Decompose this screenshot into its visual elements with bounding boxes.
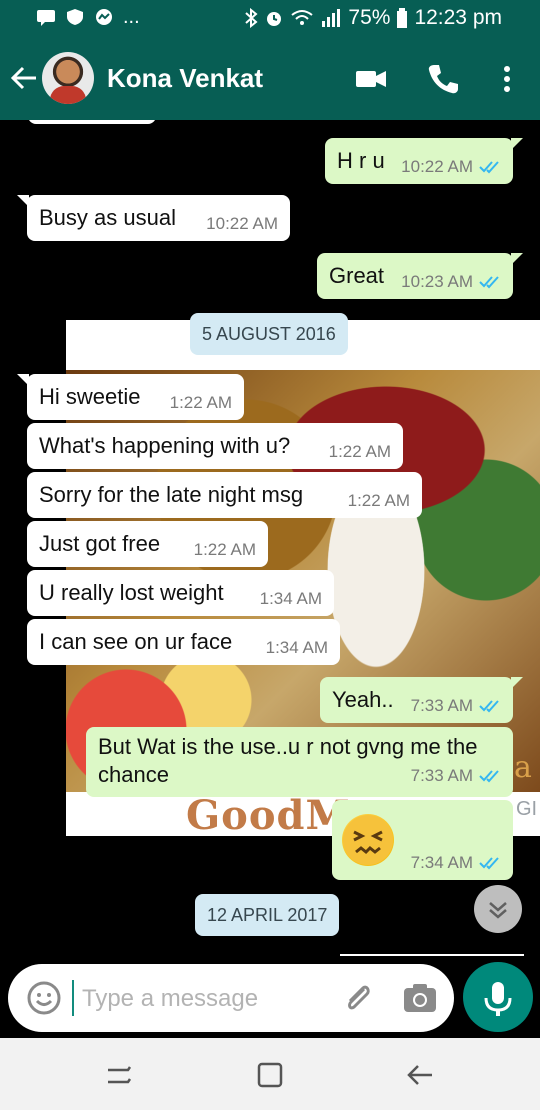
message-notification-icon <box>37 10 55 26</box>
compose-bar <box>0 962 540 1038</box>
message-bubble-incoming[interactable]: Sorry for the late night msg 1:22 AM <box>27 472 422 518</box>
message-bubble-outgoing[interactable]: H r u 10:22 AM <box>325 138 523 184</box>
message-bubble-outgoing[interactable]: Great 10:23 AM <box>317 253 523 299</box>
voice-call-icon[interactable] <box>426 62 460 96</box>
message-bubble-outgoing[interactable]: 7:34 AM <box>332 800 513 880</box>
message-bubble-incoming[interactable]: I can see on ur face 1:34 AM <box>27 619 340 665</box>
list-item <box>28 120 156 124</box>
message-text: Sorry for the late night msg <box>39 482 304 507</box>
double-check-icon <box>479 770 499 783</box>
text-caret <box>72 980 74 1016</box>
battery-percent: 75% <box>348 6 391 29</box>
clock: 12:23 pm <box>414 6 502 29</box>
message-time: 1:22 AM <box>193 540 256 559</box>
message-bubble-incoming[interactable]: Hi sweetie 1:22 AM <box>17 374 244 420</box>
message-bubble-incoming[interactable]: Busy as usual 10:22 AM <box>17 195 290 241</box>
date-separator: 12 APRIL 2017 <box>195 894 340 936</box>
wifi-icon <box>291 10 314 25</box>
status-bar: ... 75% 12:23 pm <box>0 0 540 38</box>
message-bubble-outgoing[interactable]: Yeah.. 7:33 AM <box>320 677 523 723</box>
message-time: 7:33 AM <box>410 696 473 715</box>
list-item <box>340 954 524 956</box>
camera-icon[interactable] <box>402 980 438 1016</box>
message-time: 10:22 AM <box>401 157 473 176</box>
double-check-icon <box>479 276 499 289</box>
message-text: Great <box>329 263 385 288</box>
back-nav-icon[interactable] <box>404 1058 438 1092</box>
system-status: 75% 12:23 pm <box>244 6 502 30</box>
emoji-icon[interactable] <box>26 980 62 1016</box>
contact-name[interactable]: Kona Venkat <box>107 63 263 94</box>
message-text: U really lost weight <box>39 580 224 605</box>
double-check-icon <box>479 161 499 174</box>
more-notifications: ... <box>123 6 140 28</box>
alarm-icon <box>267 12 282 26</box>
message-input-container[interactable] <box>8 964 454 1032</box>
message-bubble-incoming[interactable]: Just got free 1:22 AM <box>27 521 268 567</box>
date-separator: 5 AUGUST 2016 <box>190 313 348 355</box>
message-bubble-incoming[interactable]: What's happening with u? 1:22 AM <box>27 423 403 469</box>
message-time: 10:22 AM <box>206 214 278 233</box>
avatar[interactable] <box>42 52 94 104</box>
message-bubble-incoming[interactable]: U really lost weight 1:34 AM <box>27 570 334 616</box>
message-text: Hi sweetie <box>39 384 141 409</box>
message-bubble-outgoing[interactable]: But Wat is the use..u r not gvng me the … <box>86 727 513 797</box>
double-chevron-down-icon <box>489 902 507 919</box>
message-text: What's happening with u? <box>39 433 291 458</box>
shield-icon <box>67 9 83 25</box>
double-check-icon <box>479 700 499 713</box>
chat-header: Kona Venkat <box>0 38 540 120</box>
scroll-to-bottom-button[interactable] <box>474 885 522 933</box>
recents-icon[interactable] <box>102 1058 136 1092</box>
messenger-icon <box>96 9 112 25</box>
notification-icons: ... <box>36 6 140 28</box>
message-text: Yeah.. <box>332 687 394 712</box>
message-time: 1:34 AM <box>259 589 322 608</box>
back-arrow-icon[interactable] <box>10 64 38 92</box>
image-corner-text: a <box>514 750 532 785</box>
message-text: Busy as usual <box>39 205 176 230</box>
message-time: 7:33 AM <box>410 766 473 785</box>
message-time: 1:34 AM <box>265 638 328 657</box>
message-time: 10:23 AM <box>401 272 473 291</box>
mic-button[interactable] <box>463 962 533 1032</box>
image-corner-text: GI <box>516 798 538 820</box>
signal-icon <box>322 9 341 27</box>
message-text: Just got free <box>39 531 161 556</box>
microphone-icon <box>484 982 512 1016</box>
message-time: 7:34 AM <box>410 853 473 872</box>
message-text: I can see on ur face <box>39 629 233 654</box>
message-text: H r u <box>337 148 385 173</box>
image-caption-text: GoodM <box>186 792 351 836</box>
system-navigation-bar <box>0 1038 540 1110</box>
battery-icon <box>397 8 408 28</box>
message-time: 1:22 AM <box>347 491 410 510</box>
bluetooth-icon <box>245 8 258 28</box>
confounded-face-icon <box>342 814 394 866</box>
more-options-icon[interactable] <box>490 62 524 96</box>
message-time: 1:22 AM <box>169 393 232 412</box>
home-icon[interactable] <box>253 1058 287 1092</box>
double-check-icon <box>479 857 499 870</box>
attach-clip-icon[interactable] <box>340 980 376 1016</box>
message-input[interactable] <box>82 984 302 1014</box>
message-list[interactable]: GoodM a GI H r u 10:22 AM Busy as usual … <box>0 120 540 962</box>
video-call-icon[interactable] <box>354 62 388 96</box>
message-time: 1:22 AM <box>328 442 391 461</box>
